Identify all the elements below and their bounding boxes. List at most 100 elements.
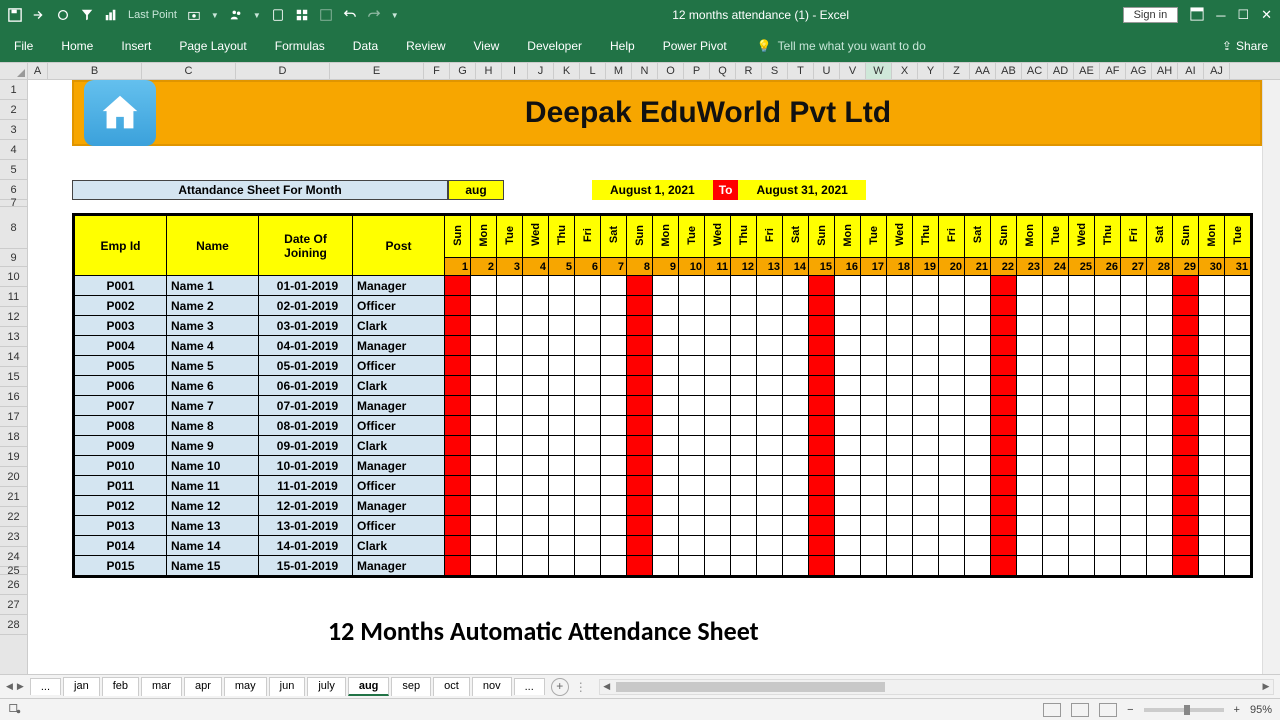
attendance-cell[interactable] [1199,336,1225,356]
attendance-cell[interactable] [653,396,679,416]
attendance-cell[interactable] [653,316,679,336]
attendance-cell[interactable] [1121,556,1147,576]
attendance-cell[interactable] [809,436,835,456]
row-header-15[interactable]: 15 [0,367,27,387]
attendance-cell[interactable] [575,536,601,556]
attendance-cell[interactable] [887,396,913,416]
attendance-cell[interactable] [809,516,835,536]
attendance-cell[interactable] [1225,496,1251,516]
attendance-cell[interactable] [627,336,653,356]
attendance-cell[interactable] [731,516,757,536]
attendance-cell[interactable] [1121,316,1147,336]
attendance-cell[interactable] [601,396,627,416]
attendance-cell[interactable] [497,316,523,336]
cell-doj[interactable]: 04-01-2019 [259,336,353,356]
ribbon-tab-review[interactable]: Review [392,30,459,62]
attendance-cell[interactable] [1043,276,1069,296]
attendance-cell[interactable] [835,296,861,316]
attendance-cell[interactable] [809,456,835,476]
cell-name[interactable]: Name 14 [167,536,259,556]
dropdown-icon[interactable]: ▼ [211,11,219,20]
attendance-cell[interactable] [549,316,575,336]
attendance-cell[interactable] [913,456,939,476]
cell-emp-id[interactable]: P002 [75,296,167,316]
attendance-cell[interactable] [497,336,523,356]
attendance-cell[interactable] [679,516,705,536]
attendance-cell[interactable] [861,516,887,536]
attendance-cell[interactable] [1043,416,1069,436]
attendance-cell[interactable] [1147,516,1173,536]
attendance-cell[interactable] [471,316,497,336]
attendance-cell[interactable] [549,456,575,476]
attendance-cell[interactable] [1173,496,1199,516]
attendance-cell[interactable] [1147,496,1173,516]
attendance-cell[interactable] [679,476,705,496]
attendance-cell[interactable] [601,456,627,476]
attendance-cell[interactable] [1095,456,1121,476]
attendance-cell[interactable] [965,296,991,316]
attendance-cell[interactable] [809,536,835,556]
sheet-tab-feb[interactable]: feb [102,677,139,696]
attendance-cell[interactable] [1069,476,1095,496]
column-header-I[interactable]: I [502,63,528,79]
sheet-tab-nov[interactable]: nov [472,677,512,696]
column-header-R[interactable]: R [736,63,762,79]
attendance-cell[interactable] [653,336,679,356]
attendance-cell[interactable] [913,316,939,336]
attendance-cell[interactable] [549,376,575,396]
attendance-cell[interactable] [705,496,731,516]
attendance-cell[interactable] [705,296,731,316]
attendance-cell[interactable] [471,456,497,476]
column-header-N[interactable]: N [632,63,658,79]
attendance-cell[interactable] [991,536,1017,556]
column-header-Z[interactable]: Z [944,63,970,79]
ribbon-display-icon[interactable] [1190,7,1204,24]
attendance-cell[interactable] [835,356,861,376]
attendance-cell[interactable] [627,396,653,416]
attendance-cell[interactable] [705,356,731,376]
attendance-cell[interactable] [1043,316,1069,336]
attendance-cell[interactable] [1147,436,1173,456]
attendance-cell[interactable] [861,316,887,336]
attendance-cell[interactable] [939,276,965,296]
row-header-27[interactable]: 27 [0,595,27,615]
attendance-cell[interactable] [1017,516,1043,536]
sheet-tab-oct[interactable]: oct [433,677,470,696]
attendance-cell[interactable] [679,356,705,376]
column-header-AI[interactable]: AI [1178,63,1204,79]
attendance-cell[interactable] [705,276,731,296]
cell-name[interactable]: Name 4 [167,336,259,356]
attendance-cell[interactable] [1173,396,1199,416]
attendance-cell[interactable] [471,276,497,296]
attendance-cell[interactable] [523,456,549,476]
attendance-cell[interactable] [471,416,497,436]
column-header-AD[interactable]: AD [1048,63,1074,79]
attendance-cell[interactable] [601,316,627,336]
cell-post[interactable]: Manager [353,496,445,516]
ribbon-tab-home[interactable]: Home [47,30,107,62]
attendance-cell[interactable] [705,556,731,576]
attendance-cell[interactable] [1121,296,1147,316]
cell-post[interactable]: Manager [353,336,445,356]
attendance-cell[interactable] [549,296,575,316]
attendance-cell[interactable] [1043,536,1069,556]
attendance-cell[interactable] [1017,356,1043,376]
column-header-Q[interactable]: Q [710,63,736,79]
attendance-cell[interactable] [913,396,939,416]
attendance-cell[interactable] [731,536,757,556]
column-header-F[interactable]: F [424,63,450,79]
attendance-cell[interactable] [523,556,549,576]
attendance-cell[interactable] [1095,496,1121,516]
attendance-cell[interactable] [1173,376,1199,396]
sheet-tab-july[interactable]: july [307,677,346,696]
attendance-cell[interactable] [1121,496,1147,516]
attendance-cell[interactable] [679,436,705,456]
attendance-cell[interactable] [523,296,549,316]
attendance-cell[interactable] [991,376,1017,396]
attendance-cell[interactable] [1017,496,1043,516]
close-icon[interactable]: ✕ [1261,7,1272,23]
cell-doj[interactable]: 12-01-2019 [259,496,353,516]
attendance-cell[interactable] [965,556,991,576]
row-header-4[interactable]: 4 [0,140,27,160]
attendance-cell[interactable] [731,356,757,376]
